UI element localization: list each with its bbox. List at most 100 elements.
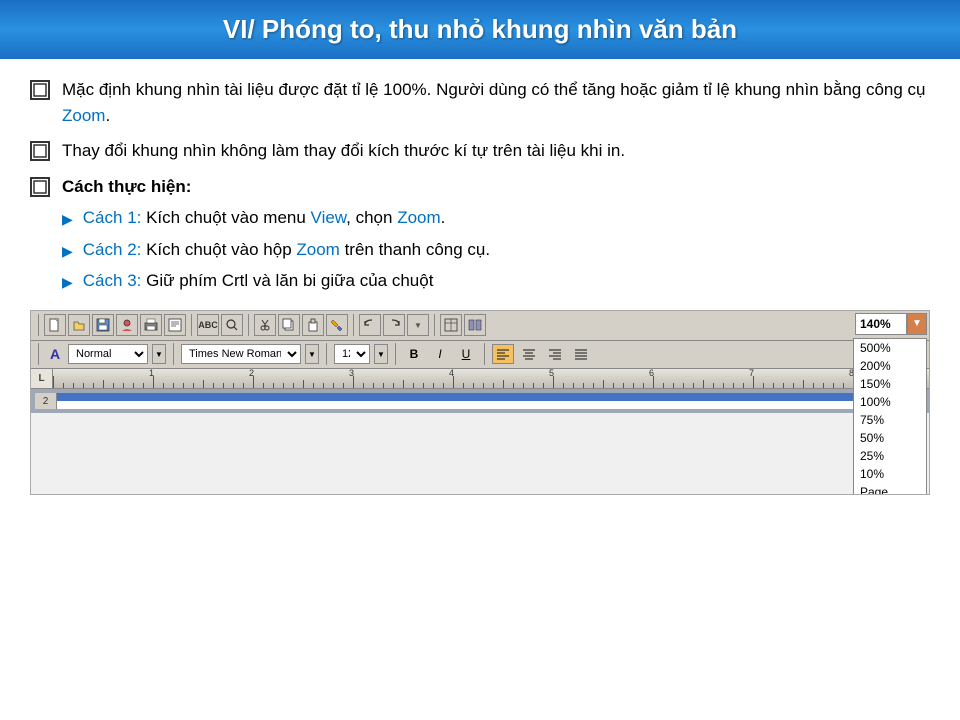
font-dropdown-btn[interactable]: ▼: [305, 344, 319, 364]
zoom-500[interactable]: 500%: [854, 339, 926, 357]
sub1-text2: , chọn: [346, 208, 397, 227]
ruler-l-label: L: [38, 373, 44, 384]
toolbar-row1: ABC: [31, 311, 929, 341]
line-num-2: 2: [43, 395, 49, 409]
sub-item-2: ▶ Cách 2: Kích chuột vào hộp Zoom trên t…: [62, 237, 930, 263]
sub-text-1: Cách 1: Kích chuột vào menu View, chọn Z…: [83, 205, 930, 231]
zoom-150[interactable]: 150%: [854, 375, 926, 393]
bullet1-text1: Mặc định khung nhìn tài liệu được đặt tỉ…: [62, 80, 926, 99]
style-select[interactable]: Normal Heading 1 Heading 2: [68, 344, 148, 364]
table-btn[interactable]: [440, 314, 462, 336]
sub1-text: Kích chuột vào menu: [141, 208, 310, 227]
zoom-value: 140%: [860, 317, 891, 331]
bullet1-highlight1: Zoom: [62, 106, 105, 125]
sub3-text: Giữ phím Crtl và lăn bi giữa của chuột: [141, 271, 433, 290]
sep5: [434, 314, 435, 336]
zoom-dropdown-btn[interactable]: ▼: [907, 313, 927, 335]
zoom-200[interactable]: 200%: [854, 357, 926, 375]
open-btn[interactable]: [68, 314, 90, 336]
bullet-list: Mặc định khung nhìn tài liệu được đặt tỉ…: [30, 77, 930, 199]
bullet1-text2: .: [105, 106, 110, 125]
ruler-row: L 123456789: [31, 369, 929, 389]
toolbar-area: ABC: [30, 310, 930, 495]
paste-btn[interactable]: [302, 314, 324, 336]
sep4: [353, 314, 354, 336]
checkbox-icon-3: [30, 177, 50, 197]
zoom-pagewidth[interactable]: Page Width: [854, 483, 926, 495]
sep3: [248, 314, 249, 336]
zoom-75[interactable]: 75%: [854, 411, 926, 429]
bold-btn[interactable]: B: [403, 344, 425, 364]
arrow-icon-2: ▶: [62, 241, 73, 262]
spellcheck-btn[interactable]: ABC: [197, 314, 219, 336]
align-left-btn[interactable]: [492, 344, 514, 364]
sep-fmt3: [326, 343, 327, 365]
size-select[interactable]: 12 10 11 14: [334, 344, 370, 364]
font-select[interactable]: Times New Roman Arial Calibri: [181, 344, 301, 364]
sub-item-1: ▶ Cách 1: Kích chuột vào menu View, chọn…: [62, 205, 930, 231]
zoom-50[interactable]: 50%: [854, 429, 926, 447]
line-number-col: 2: [35, 393, 57, 409]
bullet-item-1: Mặc định khung nhìn tài liệu được đặt tỉ…: [30, 77, 930, 128]
zoom-100[interactable]: 100%: [854, 393, 926, 411]
undo-btn[interactable]: [359, 314, 381, 336]
research-btn[interactable]: [221, 314, 243, 336]
sub1-label: Cách 1:: [83, 208, 142, 227]
print-btn[interactable]: [140, 314, 162, 336]
doc-area: 2: [31, 389, 929, 413]
underline-btn[interactable]: U: [455, 344, 477, 364]
bullet-text-3: Cách thực hiện:: [62, 174, 930, 200]
bullet-text-2: Thay đổi khung nhìn không làm thay đổi k…: [62, 138, 930, 164]
checkbox-icon-2: [30, 141, 50, 161]
bullet3-label: Cách thực hiện:: [62, 177, 191, 196]
doc-content: [57, 393, 925, 409]
arrow-icon-1: ▶: [62, 209, 73, 230]
sub2-text: Kích chuột vào hộp: [141, 240, 296, 259]
copy-btn[interactable]: [278, 314, 300, 336]
bullet-item-2: Thay đổi khung nhìn không làm thay đổi k…: [30, 138, 930, 164]
ruler-scale: 123456789: [53, 369, 929, 388]
zoom-dropdown: 500% 200% 150% 100% 75% 50% 25% 10% Page…: [853, 338, 927, 495]
align-right-btn[interactable]: [544, 344, 566, 364]
doc-top-blue: [57, 393, 925, 401]
sep-fmt1: [38, 343, 39, 365]
sub-list: ▶ Cách 1: Kích chuột vào menu View, chọn…: [62, 205, 930, 294]
sub-text-2: Cách 2: Kích chuột vào hộp Zoom trên tha…: [83, 237, 930, 263]
style-dropdown-btn[interactable]: ▼: [152, 344, 166, 364]
sub-item-3: ▶ Cách 3: Giữ phím Crtl và lăn bi giữa c…: [62, 268, 930, 294]
formatpaint-btn[interactable]: [326, 314, 348, 336]
toolbar-row2: A Normal Heading 1 Heading 2 ▼ Times New…: [31, 341, 929, 369]
bullet-text-1: Mặc định khung nhìn tài liệu được đặt tỉ…: [62, 77, 930, 128]
align-justify-btn[interactable]: [570, 344, 592, 364]
sub2-label: Cách 2:: [83, 240, 142, 259]
align-center-btn[interactable]: [518, 344, 540, 364]
zoom-10[interactable]: 10%: [854, 465, 926, 483]
cut-btn[interactable]: [254, 314, 276, 336]
undo-arrow-btn[interactable]: ▼: [407, 314, 429, 336]
columns-btn[interactable]: [464, 314, 486, 336]
bullet-item-3: Cách thực hiện:: [30, 174, 930, 200]
sub-text-3: Cách 3: Giữ phím Crtl và lăn bi giữa của…: [83, 268, 930, 294]
preview-btn[interactable]: [164, 314, 186, 336]
sub2-text2: trên thanh công cụ.: [340, 240, 490, 259]
zoom-box[interactable]: 140%: [855, 313, 907, 335]
size-dropdown-btn[interactable]: ▼: [374, 344, 388, 364]
redo-btn[interactable]: [383, 314, 405, 336]
permissions-btn[interactable]: [116, 314, 138, 336]
sub1-highlight1: View: [311, 208, 347, 227]
italic-btn[interactable]: I: [429, 344, 451, 364]
checkbox-icon-1: [30, 80, 50, 100]
header: VI/ Phóng to, thu nhỏ khung nhìn văn bản: [0, 0, 960, 59]
arrow-icon-3: ▶: [62, 272, 73, 293]
style-icon-btn[interactable]: A: [46, 343, 64, 365]
dropdown-arrow-icon: ▼: [912, 318, 922, 329]
zoom-25[interactable]: 25%: [854, 447, 926, 465]
page: VI/ Phóng to, thu nhỏ khung nhìn văn bản…: [0, 0, 960, 720]
save-btn[interactable]: [92, 314, 114, 336]
sep-fmt5: [484, 343, 485, 365]
content: Mặc định khung nhìn tài liệu được đặt tỉ…: [0, 59, 960, 720]
sep2: [191, 314, 192, 336]
ruler-l-marker: L: [31, 369, 53, 388]
sep-fmt2: [173, 343, 174, 365]
new-btn[interactable]: [44, 314, 66, 336]
